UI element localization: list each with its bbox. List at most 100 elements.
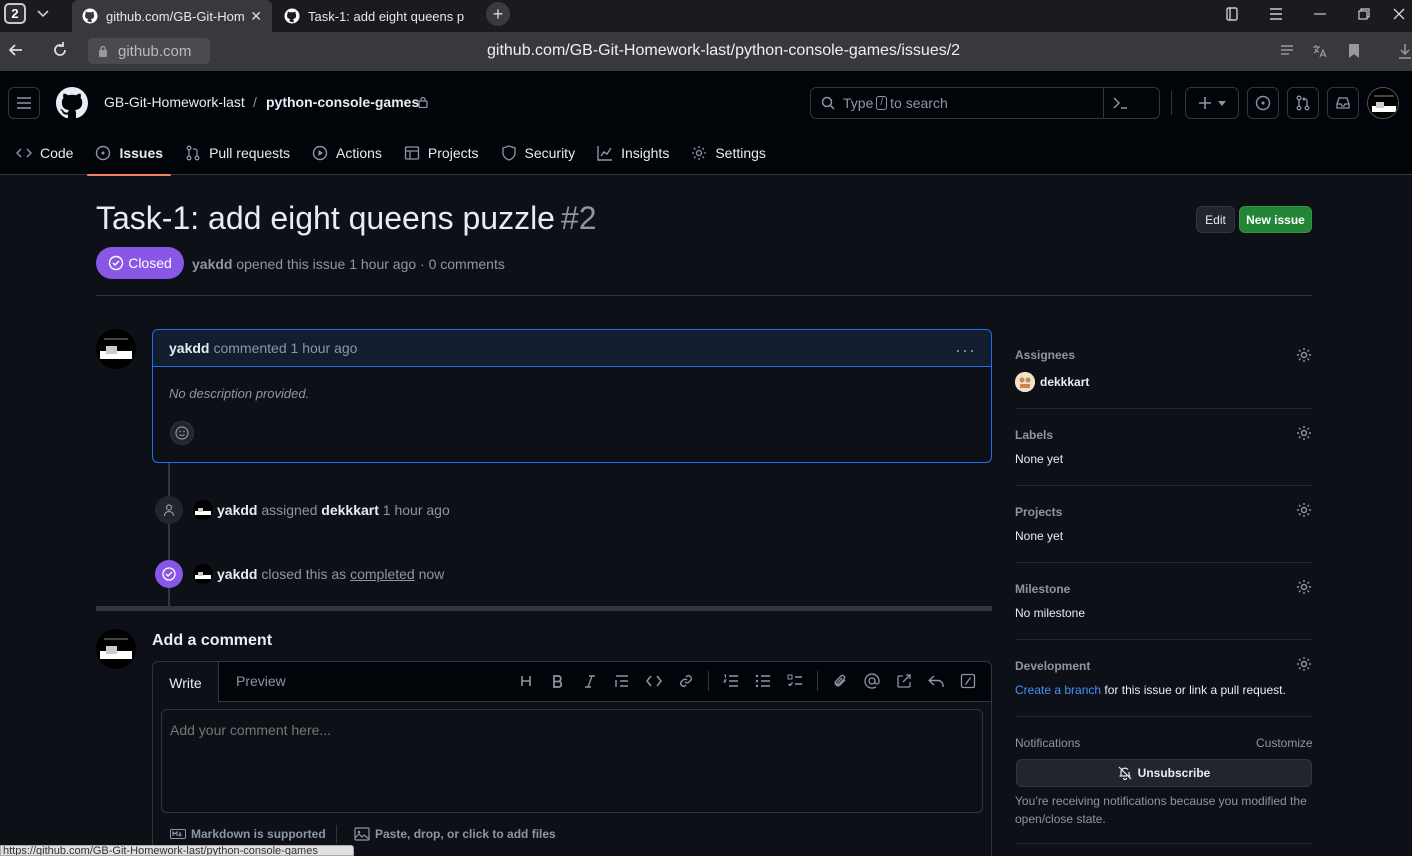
tab-write[interactable]: Write	[153, 662, 219, 703]
search-input[interactable]: Type / to search	[810, 87, 1160, 119]
browser-tab-issue[interactable]: Task-1: add eight queens puzzle	[274, 0, 474, 32]
actor-avatar[interactable]	[193, 564, 213, 584]
url-text[interactable]: github.com/GB-Git-Homework-last/python-c…	[487, 42, 960, 60]
repo-name-link[interactable]: python-console-games	[266, 94, 419, 110]
closed-state-link[interactable]: completed	[350, 566, 415, 582]
unordered-list-icon[interactable]	[747, 670, 779, 692]
tab-security[interactable]: Security	[493, 131, 584, 175]
closed-time[interactable]: now	[419, 566, 445, 582]
command-palette-icon[interactable]	[1103, 88, 1135, 118]
comment-textarea[interactable]	[161, 709, 983, 813]
unsubscribe-button[interactable]: Unsubscribe	[1016, 759, 1312, 787]
restore-icon[interactable]	[1344, 0, 1384, 28]
bookmark-icon[interactable]	[1347, 43, 1361, 59]
user-avatar[interactable]	[1367, 87, 1399, 119]
milestone-gear-icon[interactable]	[1296, 579, 1312, 595]
development-label[interactable]: Development	[1015, 659, 1312, 673]
tab-settings-label: Settings	[715, 145, 766, 161]
labels-label[interactable]: Labels	[1015, 428, 1312, 442]
projects-value: None yet	[1015, 529, 1064, 543]
issue-author-link[interactable]: yakdd	[192, 256, 232, 272]
bold-icon[interactable]	[542, 670, 574, 692]
assignee-item[interactable]: dekkkart	[1015, 372, 1312, 392]
paperclip-icon[interactable]	[824, 670, 856, 692]
tab-settings[interactable]: Settings	[683, 131, 774, 175]
tab-menu-chevron-icon[interactable]	[30, 3, 56, 24]
cross-reference-icon[interactable]	[888, 670, 920, 692]
domain-text: github.com	[118, 42, 192, 60]
browser-tab-repo[interactable]: github.com/GB-Git-Homework-last ✕	[72, 0, 272, 32]
slash-commands-icon[interactable]	[952, 670, 984, 692]
create-branch-link[interactable]: Create a branch	[1015, 683, 1101, 697]
projects-gear-icon[interactable]	[1296, 502, 1312, 518]
notification-reason: You’re receiving notifications because y…	[1015, 794, 1307, 826]
github-logo-icon[interactable]	[56, 87, 88, 119]
tab-code[interactable]: Code	[8, 131, 81, 175]
tab-preview[interactable]: Preview	[236, 673, 286, 689]
tab-projects[interactable]: Projects	[396, 131, 487, 175]
assignee-link[interactable]: dekkkart	[321, 502, 379, 518]
minimize-icon[interactable]	[1300, 0, 1340, 28]
smiley-icon[interactable]	[170, 421, 194, 445]
search-icon	[821, 96, 835, 110]
task-list-icon[interactable]	[779, 670, 811, 692]
tab-insights[interactable]: Insights	[589, 131, 677, 175]
tab-issues[interactable]: Issues	[87, 131, 171, 176]
new-issue-button[interactable]: New issue	[1239, 206, 1312, 233]
domain-pill[interactable]: github.com	[88, 38, 210, 64]
markdown-note[interactable]: Markdown is supported	[170, 827, 326, 841]
projects-label[interactable]: Projects	[1015, 505, 1312, 519]
new-tab-plus-icon[interactable]: +	[486, 2, 510, 26]
labels-gear-icon[interactable]	[1296, 425, 1312, 441]
milestone-label[interactable]: Milestone	[1015, 582, 1312, 596]
download-icon[interactable]	[1398, 43, 1412, 59]
check-circle-icon	[108, 255, 124, 271]
tab-count-badge[interactable]: 2	[4, 3, 26, 24]
inbox-icon[interactable]	[1327, 87, 1359, 119]
back-arrow-icon[interactable]	[6, 40, 26, 60]
browser-menu-icon[interactable]	[1256, 0, 1296, 28]
assigned-actor-link[interactable]: yakdd	[217, 502, 257, 518]
edit-button[interactable]: Edit	[1196, 206, 1235, 233]
customize-link[interactable]: Customize	[1256, 736, 1313, 750]
italic-icon[interactable]	[574, 670, 606, 692]
assignees-label[interactable]: Assignees	[1015, 348, 1312, 362]
tab-actions[interactable]: Actions	[304, 131, 390, 175]
issue-title-text: Task-1: add eight queens puzzle	[96, 200, 555, 236]
quote-icon[interactable]	[606, 670, 638, 692]
tab-pull-requests[interactable]: Pull requests	[177, 131, 298, 175]
issues-icon[interactable]	[1247, 87, 1279, 119]
tab-sidebar-icon[interactable]	[1212, 0, 1252, 28]
kebab-menu-icon[interactable]: ···	[955, 340, 976, 361]
comment-author-link[interactable]: yakdd	[169, 340, 209, 356]
reader-mode-icon[interactable]	[1279, 43, 1295, 59]
current-user-avatar[interactable]	[96, 629, 136, 669]
attach-files-note[interactable]: Paste, drop, or click to add files	[354, 827, 556, 841]
sidebar-projects: Projects None yet	[1015, 505, 1312, 543]
pull-requests-icon[interactable]	[1287, 87, 1319, 119]
link-icon[interactable]	[670, 670, 702, 692]
comment-time[interactable]: 1 hour ago	[291, 340, 358, 356]
comment-author-avatar[interactable]	[96, 329, 136, 369]
reply-icon[interactable]	[920, 670, 952, 692]
search-prefix: Type	[843, 95, 874, 111]
ordered-list-icon[interactable]	[715, 670, 747, 692]
hamburger-menu-icon[interactable]	[8, 87, 40, 119]
close-window-icon[interactable]	[1386, 0, 1412, 28]
mention-icon[interactable]	[856, 670, 888, 692]
create-new-button[interactable]	[1185, 87, 1239, 119]
repo-nav: Code Issues Pull requests Actions Projec…	[0, 131, 780, 176]
assignees-gear-icon[interactable]	[1296, 347, 1312, 363]
closed-actor-link[interactable]: yakdd	[217, 566, 257, 582]
code-icon[interactable]	[638, 670, 670, 692]
actor-avatar[interactable]	[193, 500, 213, 520]
tab-close-icon[interactable]: ✕	[250, 8, 262, 25]
reload-icon[interactable]	[50, 40, 70, 60]
assigned-time[interactable]: 1 hour ago	[383, 502, 450, 518]
translate-icon[interactable]	[1311, 43, 1327, 59]
sidebar-divider	[1015, 562, 1312, 563]
heading-icon[interactable]	[510, 670, 542, 692]
repo-owner-link[interactable]: GB-Git-Homework-last	[104, 94, 245, 110]
development-gear-icon[interactable]	[1296, 656, 1312, 672]
check-circle-icon	[155, 560, 183, 588]
